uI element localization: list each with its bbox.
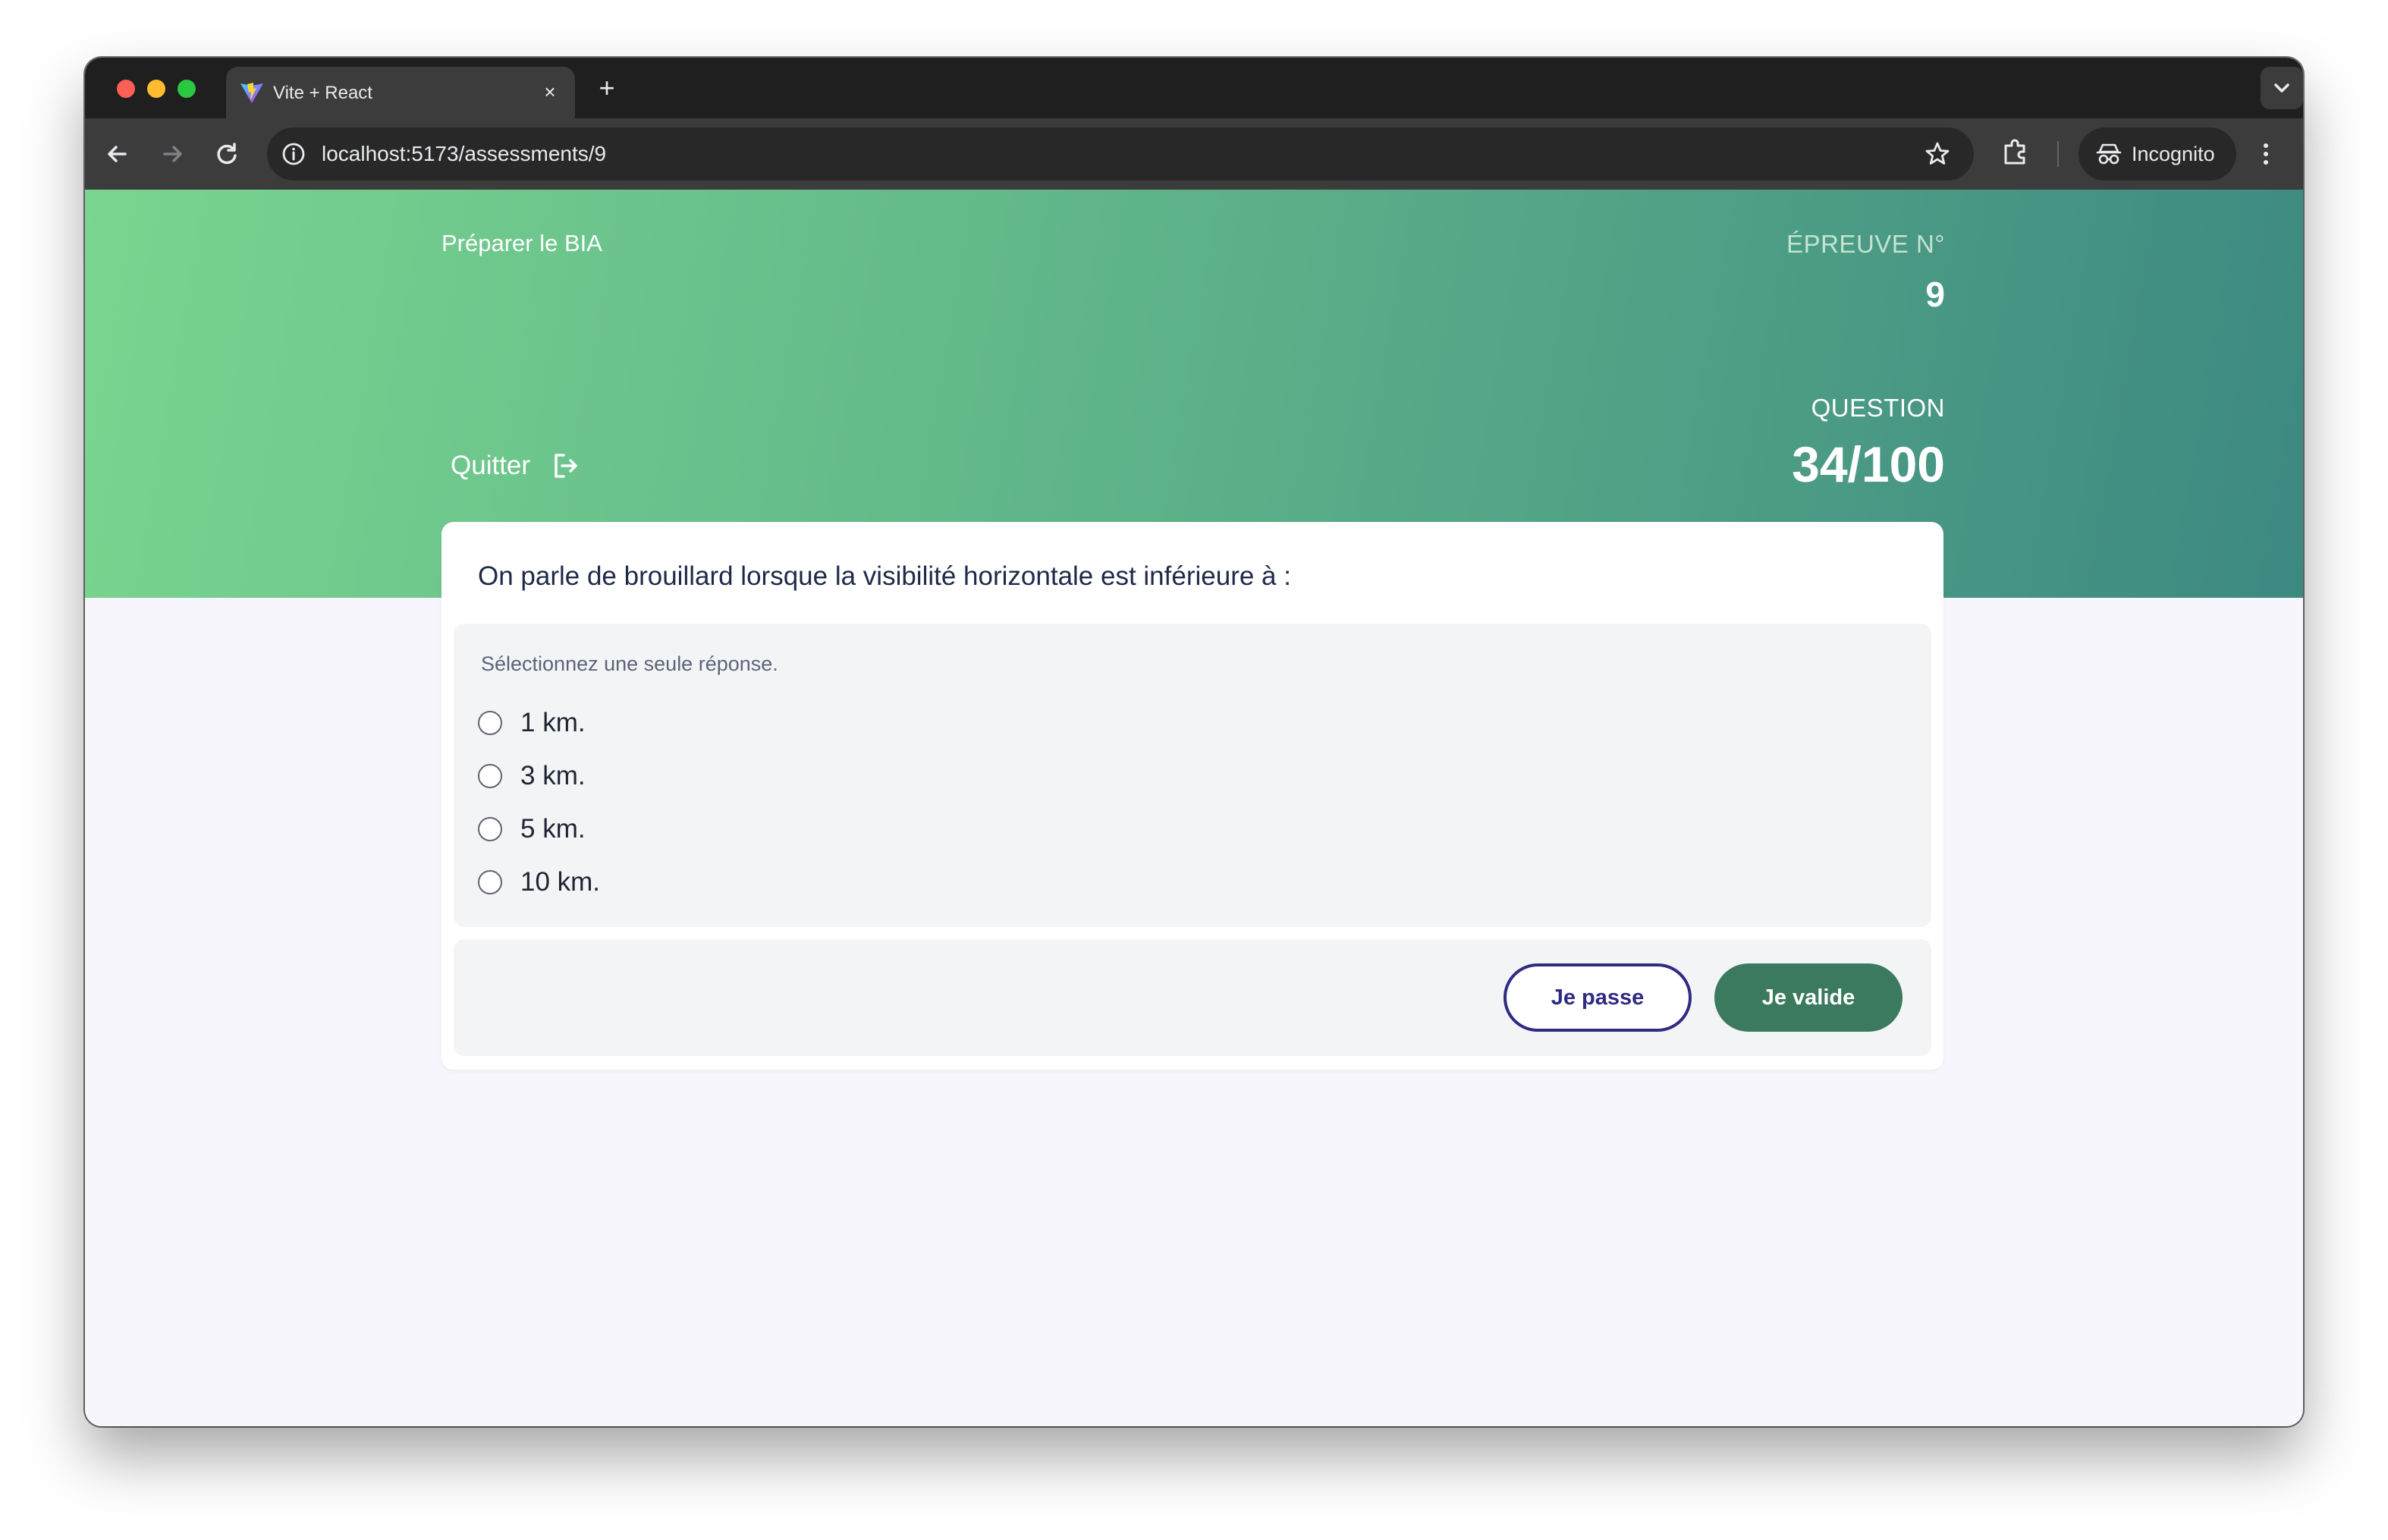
radio-button[interactable]: [478, 711, 502, 735]
answers-panel: Sélectionnez une seule réponse. 1 km. 3 …: [454, 624, 1931, 927]
question-card: On parle de brouillard lorsque la visibi…: [441, 522, 1943, 1070]
course-title: Préparer le BIA: [441, 230, 602, 256]
bookmark-star-icon[interactable]: [1924, 140, 1951, 168]
quit-button[interactable]: Quitter: [451, 448, 580, 484]
answer-option-label: 3 km.: [520, 761, 586, 790]
epreuve-number: 9: [1925, 275, 1945, 314]
browser-tab[interactable]: Vite + React ×: [226, 67, 575, 118]
address-bar[interactable]: localhost:5173/assessments/9: [267, 127, 1974, 181]
action-bar: Je passe Je valide: [454, 939, 1931, 1056]
reload-icon[interactable]: [209, 137, 244, 171]
close-window-button[interactable]: [117, 80, 135, 98]
skip-button[interactable]: Je passe: [1503, 963, 1692, 1032]
tab-title: Vite + React: [273, 83, 372, 103]
site-info-icon[interactable]: [281, 141, 306, 167]
more-menu-icon[interactable]: [2254, 137, 2277, 171]
url-text[interactable]: localhost:5173/assessments/9: [322, 142, 606, 166]
incognito-icon: [2096, 143, 2122, 165]
vite-logo-icon: [240, 83, 263, 103]
incognito-label: Incognito: [2132, 143, 2215, 165]
radio-button[interactable]: [478, 817, 502, 841]
page-viewport: Préparer le BIA ÉPREUVE N° 9 Quitter QUE…: [85, 190, 2303, 1426]
maximize-window-button[interactable]: [178, 80, 196, 98]
minimize-window-button[interactable]: [147, 80, 165, 98]
epreuve-label: ÉPREUVE N°: [1786, 230, 1945, 258]
validate-button[interactable]: Je valide: [1714, 963, 1903, 1032]
browser-toolbar: localhost:5173/assessments/9 Incognito: [85, 118, 2303, 190]
tab-search-button[interactable]: [2261, 67, 2303, 109]
answer-option[interactable]: 3 km.: [478, 757, 586, 795]
browser-window: Vite + React × + localhost:5173/assessme…: [85, 58, 2303, 1426]
exit-icon: [555, 454, 577, 478]
question-text: On parle de brouillard lorsque la visibi…: [478, 561, 1291, 591]
answer-instruction: Sélectionnez une seule réponse.: [481, 652, 778, 675]
new-tab-button[interactable]: +: [592, 74, 622, 105]
answer-option-label: 1 km.: [520, 708, 586, 737]
tab-close-icon[interactable]: ×: [537, 79, 563, 105]
answer-option-label: 5 km.: [520, 814, 586, 844]
radio-button[interactable]: [478, 870, 502, 894]
question-label: QUESTION: [1811, 394, 1945, 422]
answer-option[interactable]: 1 km.: [478, 704, 586, 742]
back-arrow-icon[interactable]: [100, 137, 135, 171]
tab-strip: Vite + React × +: [85, 58, 2303, 118]
answer-option-label: 10 km.: [520, 867, 601, 897]
forward-arrow-icon[interactable]: [155, 137, 190, 171]
toolbar-divider: [2057, 141, 2059, 167]
quit-label: Quitter: [451, 451, 531, 480]
answer-option[interactable]: 5 km.: [478, 810, 586, 848]
answer-option[interactable]: 10 km.: [478, 863, 600, 901]
chevron-down-icon: [2274, 83, 2289, 93]
extensions-puzzle-icon[interactable]: [1998, 135, 2033, 170]
incognito-indicator[interactable]: Incognito: [2079, 127, 2236, 181]
radio-button[interactable]: [478, 764, 502, 788]
question-progress: 34/100: [1792, 436, 1945, 492]
